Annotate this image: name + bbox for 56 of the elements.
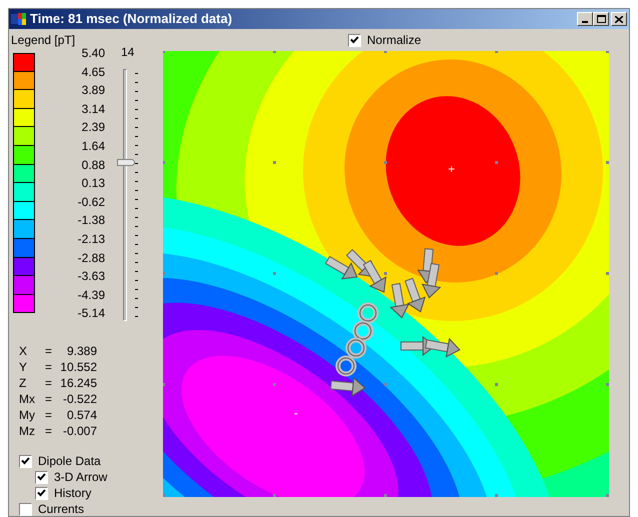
equals-sign: = bbox=[45, 359, 54, 376]
negative-pole-mark: - bbox=[294, 407, 298, 419]
checkbox[interactable] bbox=[35, 486, 48, 500]
window-title: Time: 81 msec (Normalized data) bbox=[30, 10, 232, 28]
close-icon bbox=[615, 16, 623, 22]
minimize-button[interactable] bbox=[577, 12, 593, 26]
checkbox-label: Dipole Data bbox=[38, 453, 101, 470]
checkbox[interactable] bbox=[19, 502, 32, 516]
equals-sign: = bbox=[45, 343, 54, 360]
legend-label: 3.89 bbox=[82, 82, 105, 100]
close-button[interactable] bbox=[611, 12, 627, 26]
readout-value: 0.574 bbox=[66, 407, 97, 424]
checkbox-label: 3-D Arrow bbox=[54, 469, 108, 486]
legend-label: -5.14 bbox=[78, 305, 105, 322]
app-icon bbox=[11, 12, 27, 26]
legend-label: 2.39 bbox=[82, 119, 105, 136]
legend-label: 0.88 bbox=[82, 156, 105, 174]
legend-label: 4.65 bbox=[82, 64, 105, 81]
legend-label: -2.88 bbox=[78, 250, 105, 267]
legend-label: 3.14 bbox=[82, 100, 105, 118]
readout-label: Z bbox=[19, 375, 28, 392]
slider-value: 14 bbox=[121, 44, 134, 61]
readout-value: -0.007 bbox=[62, 423, 97, 440]
legend-label: -1.38 bbox=[78, 212, 105, 230]
legend-label: 0.13 bbox=[82, 175, 105, 192]
equals-sign: = bbox=[45, 375, 54, 392]
legend-label: -0.62 bbox=[78, 194, 105, 211]
equals-sign: = bbox=[45, 407, 54, 424]
readout-value: -0.522 bbox=[62, 391, 97, 408]
checkbox-label: History bbox=[54, 485, 92, 502]
slider-thumb[interactable] bbox=[117, 159, 135, 166]
readout-label: My bbox=[19, 407, 36, 424]
legend-label: -3.63 bbox=[78, 268, 105, 286]
readout-label: X bbox=[19, 343, 28, 360]
legend-label: 1.64 bbox=[82, 138, 105, 155]
legend-label: 5.40 bbox=[82, 45, 105, 62]
readout-label: Mz bbox=[19, 423, 36, 440]
readout-value: 10.552 bbox=[59, 359, 97, 376]
checkbox-label: Currents bbox=[38, 501, 84, 516]
readout-value: 9.389 bbox=[66, 343, 97, 360]
legend-title: Legend [pT] bbox=[11, 32, 76, 49]
legend-label: -4.39 bbox=[78, 286, 105, 304]
positive-pole-mark: + bbox=[448, 163, 456, 175]
readout-value: 16.245 bbox=[59, 375, 97, 392]
checkbox[interactable] bbox=[348, 34, 361, 46]
equals-sign: = bbox=[45, 391, 54, 408]
checkbox[interactable] bbox=[19, 454, 32, 468]
maximize-button[interactable] bbox=[593, 12, 609, 26]
minimize-icon bbox=[582, 21, 588, 23]
readout-label: Y bbox=[19, 359, 28, 376]
legend-label: -2.13 bbox=[78, 230, 105, 248]
checkbox[interactable] bbox=[35, 470, 48, 484]
maximize-icon bbox=[596, 15, 606, 23]
equals-sign: = bbox=[45, 423, 54, 440]
readout-label: Mx bbox=[19, 391, 36, 408]
checkbox-label: Normalize bbox=[367, 32, 422, 49]
